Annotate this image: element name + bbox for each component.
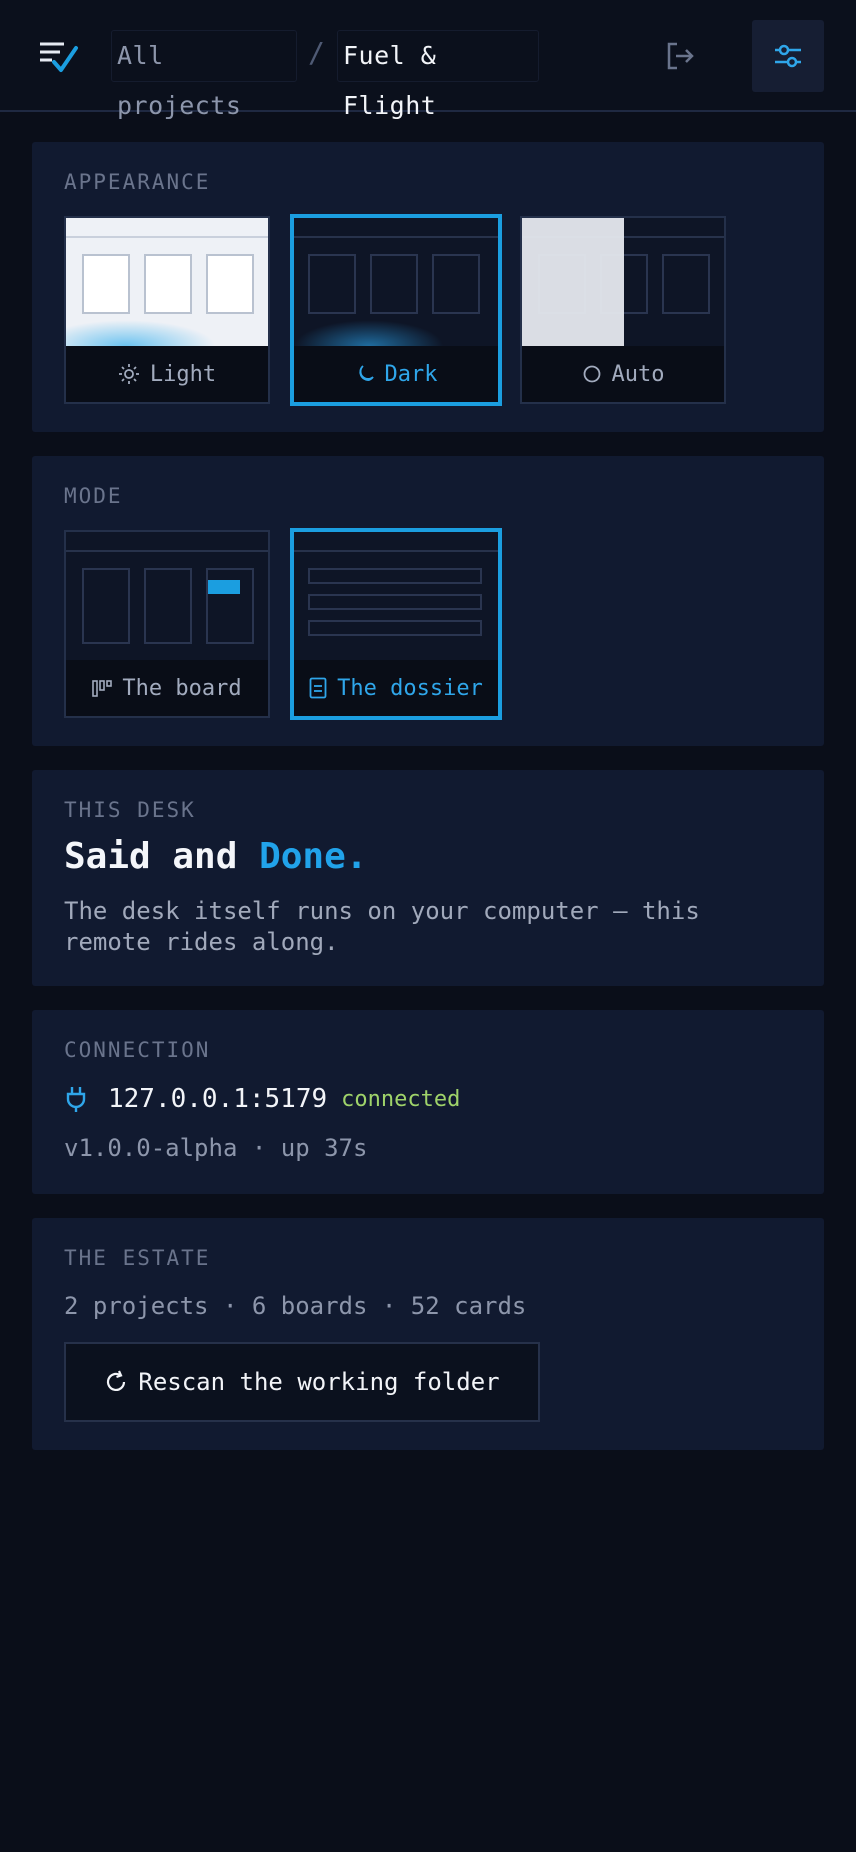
dossier-preview <box>294 532 498 660</box>
connection-address: 127.0.0.1:5179 <box>108 1084 328 1114</box>
settings-button[interactable] <box>752 20 824 92</box>
connection-title: CONNECTION <box>64 1038 211 1062</box>
desk-description: The desk itself runs on your computer — … <box>64 897 700 956</box>
theme-auto-label: Auto <box>611 361 665 387</box>
sliders-icon <box>775 44 801 68</box>
checklist-icon[interactable] <box>38 38 80 74</box>
logout-icon[interactable] <box>664 40 696 72</box>
appearance-panel: APPEARANCE Light Dark Auto <box>32 142 824 432</box>
moon-icon <box>358 365 374 381</box>
rescan-label: Rescan the working folder <box>138 1368 500 1396</box>
auto-preview <box>522 218 724 346</box>
refresh-icon <box>107 1370 126 1391</box>
plug-icon <box>66 1087 86 1112</box>
circle-icon <box>583 365 600 383</box>
mode-board-option[interactable]: The board <box>64 530 270 718</box>
rescan-button[interactable]: Rescan the working folder <box>64 1342 540 1422</box>
appearance-title: APPEARANCE <box>64 170 211 194</box>
estate-title: THE ESTATE <box>64 1246 211 1270</box>
estate-summary: 2 projects · 6 boards · 52 cards <box>64 1292 527 1320</box>
light-preview <box>66 218 268 346</box>
mode-board-label: The board <box>122 675 242 701</box>
theme-dark-label: Dark <box>384 361 438 387</box>
theme-dark-option[interactable]: Dark <box>290 214 502 406</box>
mode-dossier-label: The dossier <box>337 675 483 701</box>
desk-heading-accent: Done. <box>259 836 368 877</box>
theme-light-label: Light <box>149 361 217 387</box>
desk-panel: THIS DESK Said and Done. The desk itself… <box>32 770 824 986</box>
connection-version: v1.0.0-alpha · up 37s <box>64 1134 368 1162</box>
desk-heading: Said and Done. <box>64 836 367 877</box>
mode-panel: MODE The board The dossier <box>32 456 824 746</box>
top-bar: All projects / Fuel & Flight <box>0 0 856 120</box>
document-icon <box>309 677 327 699</box>
mode-dossier-option[interactable]: The dossier <box>290 528 502 720</box>
desk-title: THIS DESK <box>64 798 196 822</box>
kanban-icon <box>92 680 113 697</box>
breadcrumb-separator: / <box>308 36 325 69</box>
board-preview <box>66 532 268 660</box>
desk-heading-main: Said and <box>64 836 238 877</box>
dark-preview <box>294 218 498 346</box>
connection-status: connected <box>341 1086 461 1112</box>
theme-light-option[interactable]: Light <box>64 216 270 404</box>
mode-title: MODE <box>64 484 123 508</box>
estate-panel: THE ESTATE 2 projects · 6 boards · 52 ca… <box>32 1218 824 1450</box>
sun-icon <box>118 364 139 384</box>
breadcrumb-current-project[interactable]: Fuel & Flight <box>337 30 539 120</box>
theme-auto-option[interactable]: Auto <box>520 216 726 404</box>
breadcrumb-all-projects[interactable]: All projects <box>111 30 297 120</box>
connection-panel: CONNECTION 127.0.0.1:5179 connected v1.0… <box>32 1010 824 1194</box>
